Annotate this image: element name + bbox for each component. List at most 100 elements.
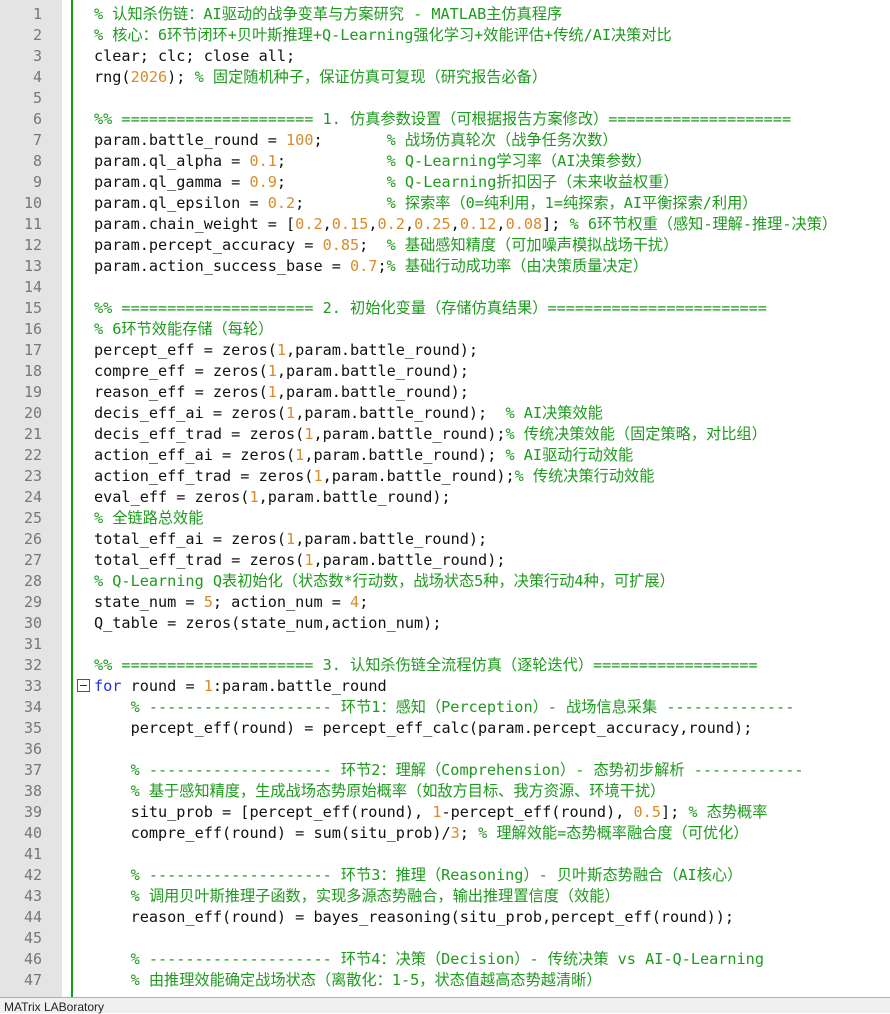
code-line[interactable]: 14 — [0, 277, 890, 298]
code-text: action_eff_ai = zeros(1,param.battle_rou… — [94, 445, 633, 466]
code-comment: % 6环节权重（感知-理解-推理-决策） — [569, 215, 838, 233]
code-line[interactable]: 8 param.ql_alpha = 0.1; % Q-Learning学习率（A… — [0, 151, 890, 172]
code-token: ); — [167, 68, 195, 86]
code-line[interactable]: 15 %% ===================== 2. 初始化变量（存储仿真… — [0, 298, 890, 319]
code-number: 0.2 — [295, 215, 323, 233]
code-line[interactable]: 25 % 全链路总效能 — [0, 508, 890, 529]
status-bar: MATrix LABoratory — [0, 997, 890, 1014]
code-text: % -------------------- 环节4：决策（Decision）-… — [94, 949, 764, 970]
code-line[interactable]: 17 percept_eff = zeros(1,param.battle_rou… — [0, 340, 890, 361]
code-line[interactable]: 21 decis_eff_trad = zeros(1,param.battle_… — [0, 424, 890, 445]
code-token: -percept_eff(round), — [441, 803, 634, 821]
line-number: 33 — [23, 677, 42, 695]
code-token: param.percept_accuracy = — [94, 236, 323, 254]
code-line[interactable]: 45 — [0, 928, 890, 949]
code-line[interactable]: 1 % 认知杀伤链：AI驱动的战争变革与方案研究 - MATLAB主仿真程序 — [0, 4, 890, 25]
code-number: 0.7 — [350, 257, 378, 275]
code-line[interactable]: 43 % 调用贝叶斯推理子函数，实现多源态势融合，输出推理置信度（效能） — [0, 886, 890, 907]
line-number: 36 — [23, 740, 42, 758]
code-editor[interactable]: 1 % 认知杀伤链：AI驱动的战争变革与方案研究 - MATLAB主仿真程序 2 % … — [0, 0, 890, 997]
code-line[interactable]: 36 — [0, 739, 890, 760]
code-line[interactable]: 11 param.chain_weight = [0.2,0.15,0.2,0.2… — [0, 214, 890, 235]
code-line[interactable]: 38 % 基于感知精度，生成战场态势原始概率（如敌方目标、我方资源、环境干扰） — [0, 781, 890, 802]
code-line[interactable]: 20 decis_eff_ai = zeros(1,param.battle_ro… — [0, 403, 890, 424]
code-token: ; action_num = — [212, 593, 351, 611]
collapse-icon[interactable] — [77, 679, 90, 692]
code-comment: % -------------------- 环节2：理解（Comprehens… — [130, 761, 804, 779]
code-line[interactable]: 32 %% ===================== 3. 认知杀伤链全流程仿真… — [0, 655, 890, 676]
code-line[interactable]: 7 param.battle_round = 100; % 战场仿真轮次（战争任务… — [0, 130, 890, 151]
code-token: decis_eff_ai = zeros( — [94, 404, 287, 422]
code-text: param.chain_weight = [0.2,0.15,0.2,0.25,… — [94, 214, 837, 235]
code-line[interactable]: 30 Q_table = zeros(state_num,action_num); — [0, 613, 890, 634]
code-text: eval_eff = zeros(1,param.battle_round); — [94, 487, 451, 508]
code-line[interactable]: 22 action_eff_ai = zeros(1,param.battle_r… — [0, 445, 890, 466]
code-line[interactable]: 9 param.ql_gamma = 0.9; % Q-Learning折扣因子（… — [0, 172, 890, 193]
code-line[interactable]: 28 % Q-Learning Q表初始化（状态数*行动数，战场状态5种，决策行动… — [0, 571, 890, 592]
code-comment: % 传统决策行动效能 — [514, 467, 655, 485]
code-line[interactable]: 40 compre_eff(round) = sum(situ_prob)/3;… — [0, 823, 890, 844]
code-line[interactable]: 41 — [0, 844, 890, 865]
code-line[interactable]: 26 total_eff_ai = zeros(1,param.battle_ro… — [0, 529, 890, 550]
code-line[interactable]: 34 % -------------------- 环节1：感知（Percept… — [0, 697, 890, 718]
code-text: %% ===================== 3. 认知杀伤链全流程仿真（逐… — [94, 655, 758, 676]
code-line[interactable]: 4 rng(2026); % 固定随机种子，保证仿真可复现（研究报告必备） — [0, 67, 890, 88]
line-number: 12 — [23, 236, 42, 254]
code-token: situ_prob = [percept_eff(round), — [94, 803, 433, 821]
code-text: % 核心：6环节闭环+贝叶斯推理+Q-Learning强化学习+效能评估+传统/… — [94, 25, 672, 46]
code-number: 0.12 — [459, 215, 497, 233]
code-line[interactable]: 5 — [0, 88, 890, 109]
code-token: total_eff_ai = zeros( — [94, 530, 287, 548]
code-line[interactable]: 31 — [0, 634, 890, 655]
code-line[interactable]: 46 % -------------------- 环节4：决策（Decisio… — [0, 949, 890, 970]
code-line[interactable]: 42 % -------------------- 环节3：推理（Reasoni… — [0, 865, 890, 886]
code-line[interactable]: 16 % 6环节效能存储（每轮） — [0, 319, 890, 340]
code-line[interactable]: 29 state_num = 5; action_num = 4; — [0, 592, 890, 613]
code-token: ,param.battle_round); — [313, 425, 506, 443]
code-line[interactable]: 23 action_eff_trad = zeros(1,param.battle… — [0, 466, 890, 487]
code-comment: %% ===================== 3. 认知杀伤链全流程仿真（逐… — [94, 656, 758, 674]
code-token: ]; — [542, 215, 570, 233]
code-line[interactable]: 13 param.action_success_base = 0.7;% 基础行动… — [0, 256, 890, 277]
code-token: ; — [276, 152, 387, 170]
code-token: ; — [359, 593, 369, 611]
code-line[interactable]: 12 param.percept_accuracy = 0.85; % 基础感知精… — [0, 235, 890, 256]
code-line[interactable]: 6 %% ===================== 1. 仿真参数设置（可根据报… — [0, 109, 890, 130]
code-number: 0.9 — [249, 173, 277, 191]
code-line[interactable]: 24 eval_eff = zeros(1,param.battle_round)… — [0, 487, 890, 508]
code-comment: %% ===================== 2. 初始化变量（存储仿真结果… — [94, 299, 767, 317]
code-number: 0.2 — [267, 194, 296, 212]
code-token: ,param.battle_round); — [322, 467, 515, 485]
code-number: 4 — [350, 593, 360, 611]
code-comment: % -------------------- 环节1：感知（Perception… — [130, 698, 795, 716]
code-token: ,param.battle_round); — [295, 530, 488, 548]
code-line[interactable]: 44 reason_eff(round) = bayes_reasoning(s… — [0, 907, 890, 928]
code-number: 3 — [450, 824, 460, 842]
line-number: 28 — [23, 572, 42, 590]
line-number: 44 — [23, 908, 42, 926]
code-line[interactable]: 18 compre_eff = zeros(1,param.battle_roun… — [0, 361, 890, 382]
code-line[interactable]: 10 param.ql_epsilon = 0.2; % 探索率（0=纯利用，1=… — [0, 193, 890, 214]
code-token: ; — [276, 173, 387, 191]
code-line[interactable]: 39 situ_prob = [percept_eff(round), 1-pe… — [0, 802, 890, 823]
code-line[interactable]: 27 total_eff_trad = zeros(1,param.battle_… — [0, 550, 890, 571]
code-line[interactable]: 35 percept_eff(round) = percept_eff_calc… — [0, 718, 890, 739]
line-number: 45 — [23, 929, 42, 947]
code-line[interactable]: 3 clear; clc; close all; — [0, 46, 890, 67]
line-number: 21 — [23, 425, 42, 443]
code-comment: % 由推理效能确定战场状态（离散化：1-5，状态值越高态势越清晰） — [130, 971, 602, 989]
code-text: param.action_success_base = 0.7;% 基础行动成功… — [94, 256, 648, 277]
code-text: percept_eff = zeros(1,param.battle_round… — [94, 340, 478, 361]
code-line[interactable]: 19 reason_eff = zeros(1,param.battle_roun… — [0, 382, 890, 403]
code-number: 0.2 — [377, 215, 405, 233]
code-token: total_eff_trad = zeros( — [94, 551, 305, 569]
code-line[interactable]: 47 % 由推理效能确定战场状态（离散化：1-5，状态值越高态势越清晰） — [0, 970, 890, 991]
code-text: % 调用贝叶斯推理子函数，实现多源态势融合，输出推理置信度（效能） — [94, 886, 620, 907]
line-number: 19 — [23, 383, 42, 401]
code-line[interactable]: 37 % -------------------- 环节2：理解（Compreh… — [0, 760, 890, 781]
code-line[interactable]: 2 % 核心：6环节闭环+贝叶斯推理+Q-Learning强化学习+效能评估+传统… — [0, 25, 890, 46]
code-line[interactable]: 33 for round = 1:param.battle_round — [0, 676, 890, 697]
code-token: rng( — [94, 68, 131, 86]
code-number: 0.15 — [331, 215, 369, 233]
